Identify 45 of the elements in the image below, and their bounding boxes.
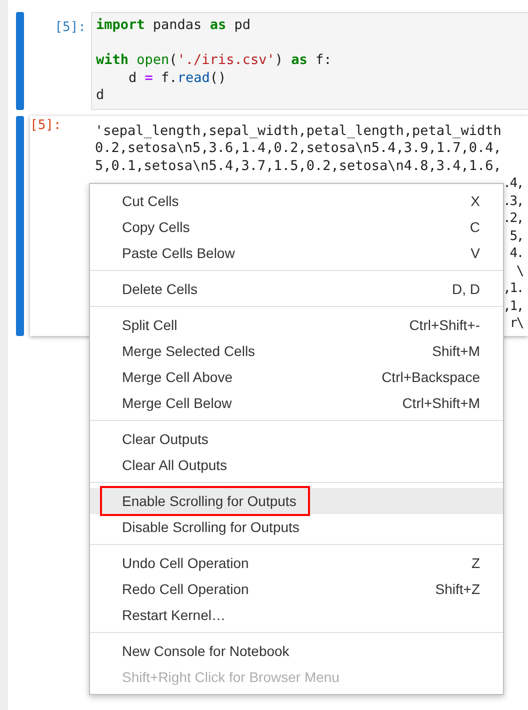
output-text-fragment: \	[516, 262, 523, 280]
output-text-fragment: .4,	[503, 175, 523, 192]
menu-item[interactable]: Split Cell Ctrl+Shift+-	[90, 312, 503, 338]
menu-item[interactable]: Paste Cells Below V	[90, 240, 503, 266]
shortcut-label: Z	[471, 555, 480, 571]
output-text-fragment: 5,	[510, 228, 523, 245]
output-text-fragment: .3,	[503, 192, 523, 210]
menu-item[interactable]: Delete Cells D, D	[90, 276, 503, 302]
menu-item[interactable]: Enable Scrolling for Outputs	[90, 488, 503, 514]
code-line: with open('./iris.csv') as f:	[96, 52, 332, 70]
code-line: d = f.read()	[128, 70, 226, 87]
output-text-fragment: 4.	[510, 245, 523, 262]
menu-item[interactable]: Merge Selected Cells Shift+M	[90, 338, 503, 364]
output-text-line: 'sepal_length,sepal_width,petal_length,petal_width	[95, 122, 502, 140]
output-text-line: 5,0.1,setosa\n5.4,3.7,1.5,0.2,setosa\n4.8,3.4,1.6,	[95, 158, 502, 175]
shortcut-label: Shift+Z	[435, 581, 480, 597]
shortcut-label: Shift+M	[432, 343, 480, 359]
menu-item[interactable]: Redo Cell Operation Shift+Z	[90, 576, 503, 602]
menu-item[interactable]: Merge Cell Above Ctrl+Backspace	[90, 364, 503, 390]
shortcut-label: Ctrl+Shift+-	[409, 317, 480, 333]
code-line: d	[96, 87, 104, 104]
menu-item[interactable]: Restart Kernel…	[90, 602, 503, 628]
code-line: import pandas as pd	[96, 17, 250, 34]
shortcut-label: C	[470, 219, 480, 235]
output-text-fragment: r\	[510, 315, 523, 332]
input-prompt: [5]:	[54, 19, 87, 37]
menu-item[interactable]: Undo Cell Operation Z	[90, 550, 503, 576]
output-text-fragment: ,1.	[503, 280, 523, 298]
shortcut-label: X	[470, 193, 480, 209]
shortcut-label: D, D	[452, 281, 480, 297]
output-text-fragment: .2,	[503, 210, 523, 228]
shortcut-label: Ctrl+Shift+M	[402, 395, 480, 411]
code-editor[interactable]: import pandas as pd with open('./iris.csv') as f: d = f.read() d	[91, 12, 528, 110]
menu-item[interactable]: New Console for Notebook	[90, 638, 503, 664]
menu-item[interactable]: Clear All Outputs	[90, 452, 503, 478]
output-prompt: [5]:	[30, 116, 62, 132]
shortcut-label: V	[470, 245, 480, 261]
shortcut-label: Ctrl+Backspace	[382, 369, 480, 385]
menu-item[interactable]: Clear Outputs	[90, 426, 503, 452]
menu-item[interactable]: Cut Cells X	[90, 188, 503, 214]
output-text-line: 0.2,setosa\n5,3.6,1.4,0.2,setosa\n5.4,3.9,1.7,0.4,	[95, 140, 502, 158]
menu-item[interactable]: Copy Cells C	[90, 214, 503, 240]
menu-item[interactable]: Disable Scrolling for Outputs	[90, 514, 503, 540]
output-text-fragment: ,1,	[503, 298, 523, 315]
menu-item[interactable]: Merge Cell Below Ctrl+Shift+M	[90, 390, 503, 416]
